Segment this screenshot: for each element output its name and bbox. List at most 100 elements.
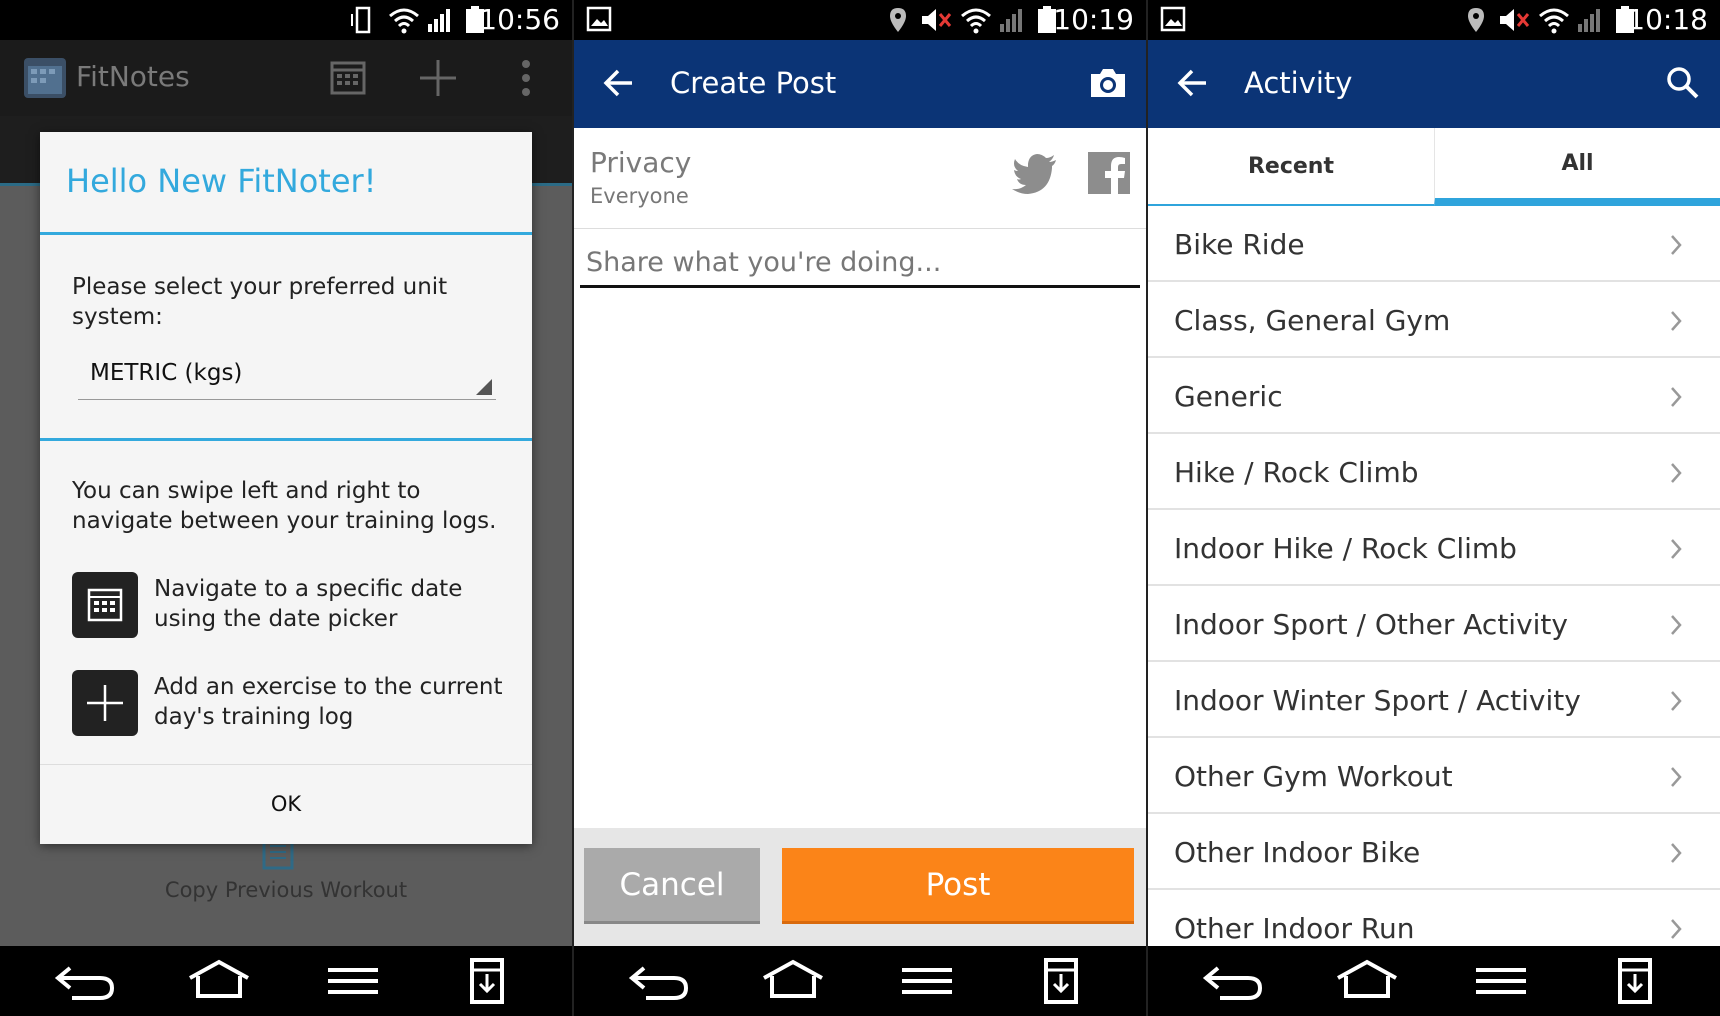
action-bar: Activity	[1148, 40, 1720, 128]
chevron-right-icon	[1671, 235, 1682, 255]
system-nav-bar	[0, 946, 572, 1016]
list-item-label: Other Gym Workout	[1174, 760, 1453, 793]
page-title: Create Post	[670, 66, 837, 100]
vibrate-icon	[351, 6, 371, 34]
fitnotes-screen: 10:56 FitNotes Copy Previous Workout Hel…	[0, 0, 572, 1016]
list-item-label: Class, General Gym	[1174, 304, 1451, 337]
notification-nav-icon[interactable]	[452, 956, 522, 1006]
list-item[interactable]: Bike Ride	[1148, 206, 1720, 282]
back-nav-icon[interactable]	[1198, 956, 1268, 1006]
privacy-divider	[574, 228, 1146, 229]
chevron-right-icon	[1671, 843, 1682, 863]
signal-icon	[428, 9, 450, 32]
calendar-icon[interactable]	[330, 58, 366, 96]
chevron-right-icon	[1671, 615, 1682, 635]
page-title: Activity	[1244, 66, 1353, 100]
copy-previous-workout-label: Copy Previous Workout	[164, 878, 408, 902]
overflow-menu-icon[interactable]	[520, 58, 532, 98]
menu-nav-icon[interactable]	[318, 956, 388, 1006]
list-item[interactable]: Other Gym Workout	[1148, 738, 1720, 814]
chevron-right-icon	[1671, 463, 1682, 483]
home-nav-icon[interactable]	[758, 956, 828, 1006]
search-icon[interactable]	[1666, 66, 1700, 100]
ok-button[interactable]: OK	[40, 765, 532, 844]
home-nav-icon[interactable]	[1332, 956, 1402, 1006]
unit-prompt: Please select your preferred unit system…	[72, 274, 448, 330]
status-bar: 10:19	[574, 0, 1146, 40]
list-item-label: Indoor Sport / Other Activity	[1174, 608, 1568, 641]
add-exercise-tip: Add an exercise to the current day's tra…	[154, 674, 503, 730]
status-time: 10:18	[1627, 3, 1708, 36]
mute-icon	[922, 9, 952, 31]
date-picker-tip: Navigate to a specific date using the da…	[154, 576, 463, 632]
date-picker-tip-icon	[72, 572, 138, 638]
dialog-title: Hello New FitNoter!	[66, 162, 377, 200]
mute-icon	[1500, 9, 1530, 31]
list-item[interactable]: Class, General Gym	[1148, 282, 1720, 358]
facebook-icon[interactable]	[1088, 152, 1130, 194]
list-item-label: Indoor Hike / Rock Climb	[1174, 532, 1517, 565]
list-item[interactable]: Other Indoor Run	[1148, 890, 1720, 946]
plus-icon[interactable]	[418, 58, 458, 98]
calendar-icon	[87, 588, 123, 622]
camera-icon[interactable]	[1088, 66, 1128, 100]
back-nav-icon[interactable]	[624, 956, 694, 1006]
list-item-label: Other Indoor Bike	[1174, 836, 1421, 869]
dropdown-triangle-icon	[476, 379, 492, 395]
location-icon	[890, 8, 906, 32]
menu-nav-icon[interactable]	[1466, 956, 1536, 1006]
post-actions: Cancel Post	[574, 828, 1146, 946]
post-button[interactable]: Post	[782, 848, 1134, 924]
list-item[interactable]: Other Indoor Bike	[1148, 814, 1720, 890]
list-item[interactable]: Hike / Rock Climb	[1148, 434, 1720, 510]
list-item-label: Generic	[1174, 380, 1283, 413]
list-item[interactable]: Indoor Winter Sport / Activity	[1148, 662, 1720, 738]
app-title: FitNotes	[76, 60, 190, 93]
action-bar: FitNotes	[0, 40, 572, 116]
list-item[interactable]: Indoor Sport / Other Activity	[1148, 586, 1720, 662]
list-item[interactable]: Indoor Hike / Rock Climb	[1148, 510, 1720, 586]
dialog-title-divider	[40, 232, 532, 235]
chevron-right-icon	[1671, 311, 1682, 331]
activity-tabs: Recent All	[1148, 128, 1720, 206]
unit-system-value: METRIC (kgs)	[90, 360, 243, 386]
list-item-label: Other Indoor Run	[1174, 912, 1415, 945]
list-item-label: Bike Ride	[1174, 228, 1305, 261]
tab-all[interactable]: All	[1434, 128, 1720, 206]
status-bar: 10:56	[0, 0, 572, 40]
notification-nav-icon[interactable]	[1600, 956, 1670, 1006]
menu-nav-icon[interactable]	[892, 956, 962, 1006]
privacy-label[interactable]: Privacy	[590, 146, 691, 179]
cancel-button[interactable]: Cancel	[584, 848, 760, 924]
fitnotes-logo-icon	[24, 58, 66, 98]
status-time: 10:56	[479, 3, 560, 36]
plus-icon	[87, 685, 123, 721]
back-arrow-icon[interactable]	[602, 68, 634, 98]
back-arrow-icon[interactable]	[1176, 68, 1208, 98]
twitter-icon[interactable]	[1012, 154, 1058, 194]
dialog-section-divider	[40, 438, 532, 441]
back-nav-icon[interactable]	[50, 956, 120, 1006]
chevron-right-icon	[1671, 767, 1682, 787]
activity-screen: 10:18 Activity Recent All Bike Ride Clas…	[1148, 0, 1720, 1016]
add-exercise-tip-icon	[72, 670, 138, 736]
signal-icon	[1000, 9, 1022, 32]
activity-list: Bike Ride Class, General Gym Generic Hik…	[1148, 206, 1720, 946]
action-bar: Create Post	[574, 40, 1146, 128]
home-nav-icon[interactable]	[184, 956, 254, 1006]
list-item-label: Hike / Rock Climb	[1174, 456, 1419, 489]
system-nav-bar	[1148, 946, 1720, 1016]
list-item-label: Indoor Winter Sport / Activity	[1174, 684, 1581, 717]
tab-recent[interactable]: Recent	[1148, 128, 1434, 206]
share-input[interactable]	[580, 240, 1140, 288]
wifi-icon	[961, 8, 991, 34]
chevron-right-icon	[1671, 691, 1682, 711]
location-icon	[1468, 8, 1484, 32]
post-form: Privacy Everyone	[574, 128, 1146, 828]
privacy-value[interactable]: Everyone	[590, 184, 689, 208]
unit-system-select[interactable]: METRIC (kgs)	[78, 352, 496, 400]
notification-nav-icon[interactable]	[1026, 956, 1096, 1006]
list-item[interactable]: Generic	[1148, 358, 1720, 434]
chevron-right-icon	[1671, 539, 1682, 559]
image-notification-icon	[1160, 6, 1186, 32]
